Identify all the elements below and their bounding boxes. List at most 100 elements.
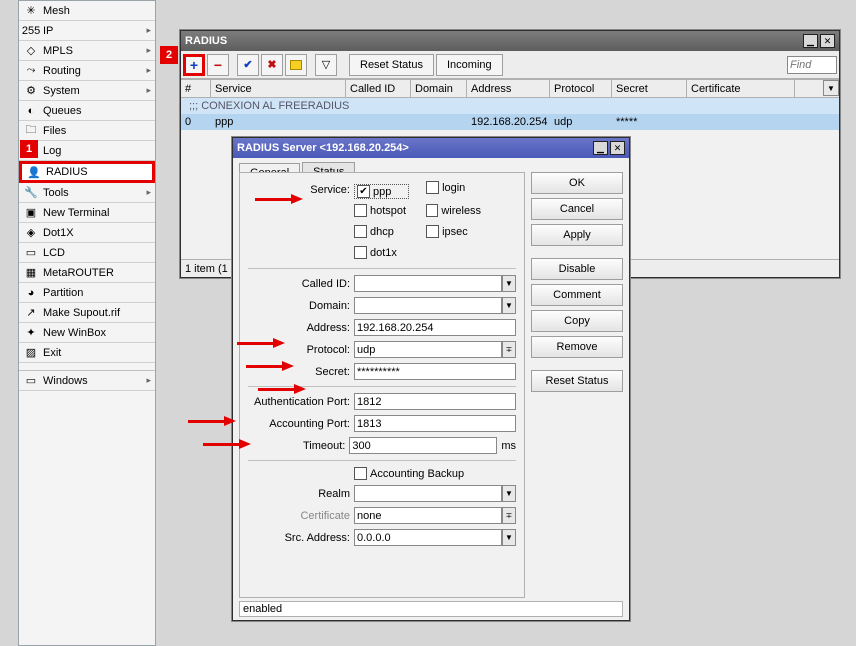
arrow-address bbox=[237, 339, 287, 349]
server-title: RADIUS Server <192.168.20.254> bbox=[237, 142, 409, 154]
remove-button[interactable]: Remove bbox=[531, 336, 623, 358]
sidebar-item-winbox[interactable]: ✦New WinBox bbox=[19, 323, 155, 343]
label-src: Src. Address: bbox=[248, 532, 354, 544]
sidebar-item-routing[interactable]: ⤳Routing▸ bbox=[19, 61, 155, 81]
th-protocol[interactable]: Protocol bbox=[550, 80, 612, 97]
input-protocol[interactable] bbox=[354, 341, 502, 358]
sidebar-item-files[interactable]: 🗀Files bbox=[19, 121, 155, 141]
th-address[interactable]: Address bbox=[467, 80, 550, 97]
dropdown-protocol[interactable]: ∓ bbox=[502, 341, 516, 358]
find-input[interactable] bbox=[787, 56, 837, 74]
th-called[interactable]: Called ID bbox=[346, 80, 411, 97]
label-domain: Domain: bbox=[248, 300, 354, 312]
arrow-auth bbox=[188, 417, 238, 427]
dropdown-domain[interactable]: ▼ bbox=[502, 297, 516, 314]
th-service[interactable]: Service bbox=[211, 80, 346, 97]
server-close-button[interactable]: ✕ bbox=[610, 141, 625, 155]
input-called[interactable] bbox=[354, 275, 502, 292]
sidebar-item-supout[interactable]: ↗Make Supout.rif bbox=[19, 303, 155, 323]
sidebar-item-label: IP bbox=[43, 25, 53, 37]
close-button[interactable]: ✕ bbox=[820, 34, 835, 48]
table-header: # Service Called ID Domain Address Proto… bbox=[181, 80, 839, 98]
sidebar-item-mpls[interactable]: ◇MPLS▸ bbox=[19, 41, 155, 61]
th-certificate[interactable]: Certificate bbox=[687, 80, 795, 97]
table-row[interactable]: 0 ppp 192.168.20.254 udp ***** bbox=[181, 114, 839, 130]
input-domain[interactable] bbox=[354, 297, 502, 314]
checkbox-dhcp[interactable] bbox=[354, 225, 367, 238]
input-src[interactable] bbox=[354, 529, 502, 546]
sidebar-item-label: LCD bbox=[43, 247, 65, 259]
sidebar-item-label: RADIUS bbox=[46, 166, 88, 178]
checkbox-acct-backup[interactable] bbox=[354, 467, 367, 480]
sidebar-item-terminal[interactable]: ▣ New Terminal bbox=[19, 203, 155, 223]
sidebar-item-label: Log bbox=[43, 145, 61, 157]
dropdown-certificate[interactable]: ∓ bbox=[502, 507, 516, 524]
checkbox-login[interactable] bbox=[426, 181, 439, 194]
minimize-button[interactable]: ▁ bbox=[803, 34, 818, 48]
input-auth-port[interactable] bbox=[354, 393, 516, 410]
dropdown-src[interactable]: ▼ bbox=[502, 529, 516, 546]
input-acct-port[interactable] bbox=[354, 415, 516, 432]
input-timeout[interactable] bbox=[349, 437, 497, 454]
checkbox-ipsec[interactable] bbox=[426, 225, 439, 238]
add-button[interactable]: + bbox=[183, 54, 205, 76]
checkbox-ppp[interactable]: ✔ bbox=[357, 185, 370, 198]
input-realm[interactable] bbox=[354, 485, 502, 502]
input-certificate[interactable] bbox=[354, 507, 502, 524]
sidebar-item-tools[interactable]: 🔧Tools▸ bbox=[19, 183, 155, 203]
enable-button[interactable]: ✔ bbox=[237, 54, 259, 76]
funnel-icon: ▽ bbox=[322, 58, 330, 71]
annotation-badge-2: 2 bbox=[160, 46, 178, 64]
sidebar-item-radius[interactable]: 👤RADIUS bbox=[19, 161, 155, 183]
cancel-button[interactable]: Cancel bbox=[531, 198, 623, 220]
ok-button[interactable]: OK bbox=[531, 172, 623, 194]
server-buttons: OK Cancel Apply Disable Comment Copy Rem… bbox=[531, 172, 623, 392]
sidebar-item-label: Partition bbox=[43, 287, 83, 299]
server-status: enabled bbox=[239, 601, 623, 617]
sidebar-item-mesh[interactable]: ✳Mesh bbox=[19, 1, 155, 21]
sidebar-item-dot1x[interactable]: ◈Dot1X bbox=[19, 223, 155, 243]
sidebar-item-lcd[interactable]: ▭ LCD bbox=[19, 243, 155, 263]
checkbox-hotspot[interactable] bbox=[354, 204, 367, 217]
chevron-right-icon: ▸ bbox=[146, 187, 151, 198]
incoming-button[interactable]: Incoming bbox=[436, 54, 503, 76]
checkbox-dot1x[interactable] bbox=[354, 246, 367, 259]
th-domain[interactable]: Domain bbox=[411, 80, 467, 97]
copy-button[interactable]: Copy bbox=[531, 310, 623, 332]
sidebar-item-label: New Terminal bbox=[43, 207, 109, 219]
sidebar-item-exit[interactable]: ▨Exit bbox=[19, 343, 155, 363]
terminal-icon: ▣ bbox=[23, 205, 39, 221]
server-minimize-button[interactable]: ▁ bbox=[593, 141, 608, 155]
sidebar-item-meta[interactable]: ▦MetaROUTER bbox=[19, 263, 155, 283]
dropdown-called[interactable]: ▼ bbox=[502, 275, 516, 292]
mpls-icon: ◇ bbox=[23, 43, 39, 59]
reset-status-button[interactable]: Reset Status bbox=[349, 54, 434, 76]
comment-button[interactable] bbox=[285, 54, 307, 76]
sidebar-item-queues[interactable]: ◐Queues bbox=[19, 101, 155, 121]
th-secret[interactable]: Secret bbox=[612, 80, 687, 97]
comment-button[interactable]: Comment bbox=[531, 284, 623, 306]
table-comment-row[interactable]: ;;; CONEXION AL FREERADIUS bbox=[181, 98, 839, 114]
windows-icon: ▭ bbox=[23, 373, 39, 389]
input-secret[interactable] bbox=[354, 363, 516, 380]
sidebar-item-system[interactable]: ⚙System▸ bbox=[19, 81, 155, 101]
sidebar-item-label: Queues bbox=[43, 105, 82, 117]
filter-button[interactable]: ▽ bbox=[315, 54, 337, 76]
label-address: Address: bbox=[248, 322, 354, 334]
lcd-icon: ▭ bbox=[23, 245, 39, 261]
checkbox-wireless[interactable] bbox=[426, 204, 438, 217]
sidebar-item-partition[interactable]: ◕ Partition bbox=[19, 283, 155, 303]
disable-button[interactable]: ✖ bbox=[261, 54, 283, 76]
sidebar-item-ip[interactable]: 255IP▸ bbox=[19, 21, 155, 41]
disable-button[interactable]: Disable bbox=[531, 258, 623, 280]
sidebar-item-log[interactable]: ▤Log bbox=[19, 141, 155, 161]
column-dropdown[interactable]: ▼ bbox=[823, 80, 839, 96]
apply-button[interactable]: Apply bbox=[531, 224, 623, 246]
dropdown-realm[interactable]: ▼ bbox=[502, 485, 516, 502]
sidebar-item-windows[interactable]: ▭Windows▸ bbox=[19, 371, 155, 391]
th-num[interactable]: # bbox=[181, 80, 211, 97]
remove-button[interactable]: − bbox=[207, 54, 229, 76]
input-address[interactable] bbox=[354, 319, 516, 336]
reset-status-button[interactable]: Reset Status bbox=[531, 370, 623, 392]
partition-icon: ◕ bbox=[23, 285, 39, 301]
